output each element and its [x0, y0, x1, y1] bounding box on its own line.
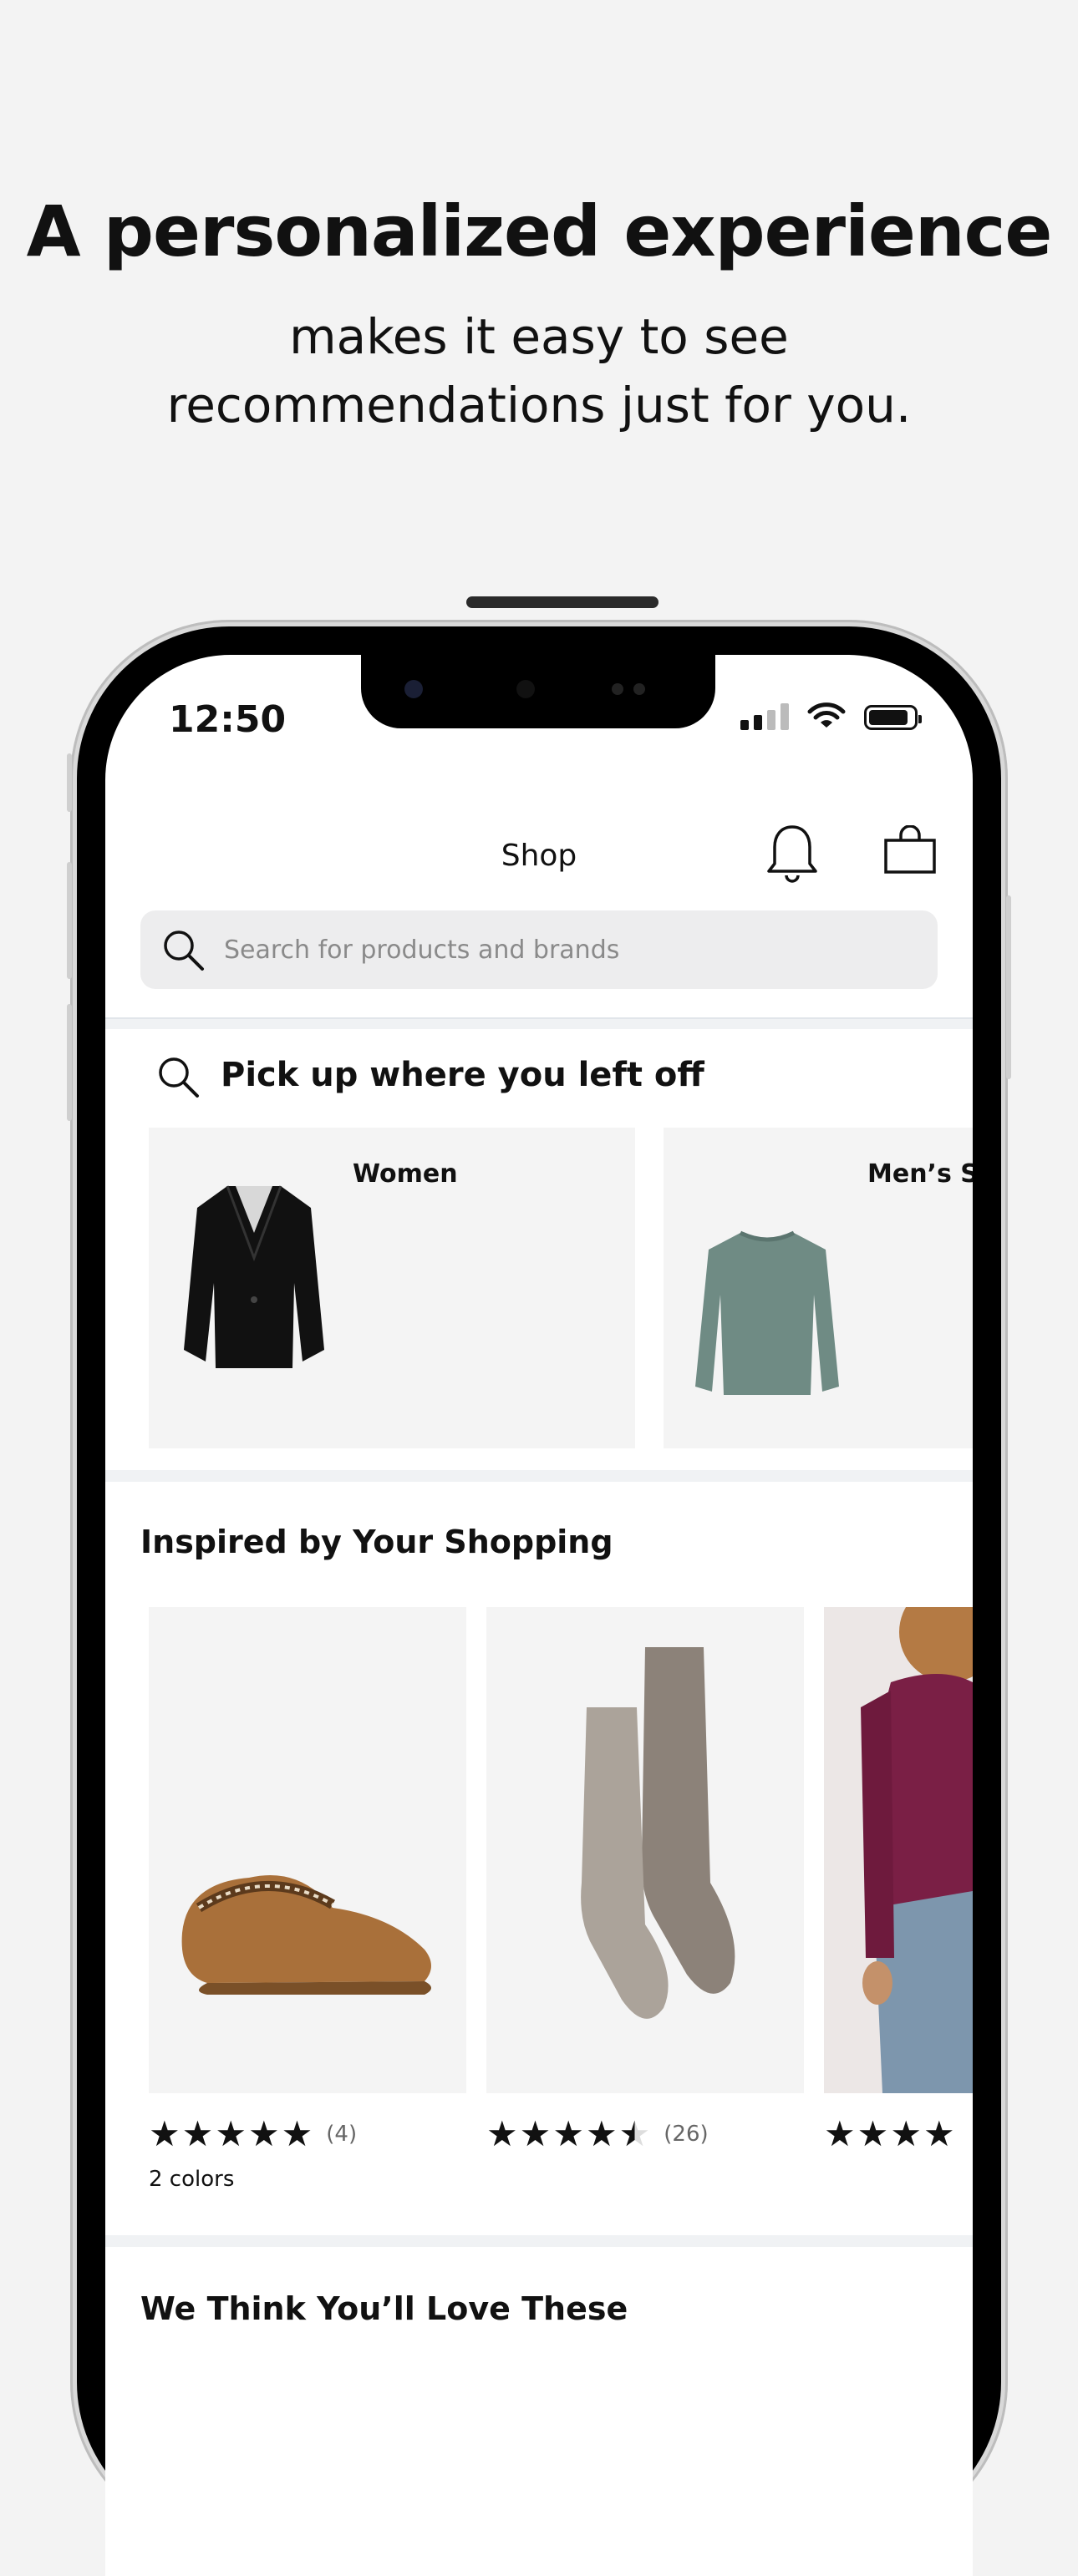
status-time: 12:50: [169, 698, 287, 741]
search-input[interactable]: Search for products and brands: [140, 910, 938, 989]
page-title: Shop: [501, 839, 577, 873]
recent-card-women[interactable]: Women: [149, 1128, 635, 1448]
subline-line-1: makes it easy to see: [289, 308, 789, 365]
section-divider: [105, 1470, 973, 1482]
app-screen: 12:50 Shop Search for products and brand…: [105, 655, 973, 2576]
star-icon: ★: [149, 2113, 181, 2154]
product-card-sweater[interactable]: [824, 1607, 973, 2093]
battery-icon: [864, 705, 922, 730]
love-section-title: We Think You’ll Love These: [140, 2290, 628, 2327]
product-rating: ★ ★ ★ ★ ★ (4): [149, 2117, 357, 2152]
volume-down-button: [67, 1004, 72, 1121]
search-icon: [159, 1057, 199, 1098]
star-icon: ★: [890, 2113, 922, 2154]
bell-icon[interactable]: [765, 822, 819, 884]
camera-lens: [404, 680, 423, 698]
review-count: (26): [664, 2122, 709, 2147]
wifi-icon: [807, 702, 846, 728]
sensor-dot: [633, 683, 645, 695]
earpiece-speaker: [466, 596, 658, 608]
recent-section-title: Pick up where you left off: [221, 1056, 704, 1094]
product-card-socks[interactable]: [486, 1607, 804, 2093]
phone-frame: 12:50 Shop Search for products and brand…: [67, 596, 1011, 2576]
section-divider: [105, 2235, 973, 2247]
recent-card-label: Women: [353, 1159, 458, 1189]
star-icon: ★: [857, 2113, 889, 2154]
product-rating: ★ ★ ★ ★: [824, 2117, 957, 2152]
blazer-image: [184, 1185, 324, 1368]
star-icon: ★: [181, 2113, 214, 2154]
product-rating: ★ ★ ★ ★ ★ (26): [486, 2117, 709, 2152]
review-count: (4): [326, 2122, 358, 2147]
socks-image: [581, 1647, 735, 2019]
mute-switch: [67, 753, 72, 812]
marketing-subline: makes it easy to see recommendations jus…: [0, 302, 1078, 439]
star-icon: ★: [215, 2113, 247, 2154]
marketing-headline: A personalized experience: [26, 190, 1053, 272]
product-card-slipper[interactable]: [149, 1607, 466, 2093]
star-icon: ★: [585, 2113, 618, 2154]
star-icon: ★: [247, 2113, 280, 2154]
sweater-image: [695, 1230, 839, 1395]
inspired-section-title: Inspired by Your Shopping: [140, 1524, 613, 1560]
color-count: 2 colors: [149, 2167, 235, 2192]
half-star-icon: ★: [618, 2113, 651, 2154]
slipper-image: [181, 1874, 431, 1995]
star-icon: ★: [519, 2113, 552, 2154]
recent-card-label: Men’s Sw: [867, 1159, 973, 1189]
subline-line-2: recommendations just for you.: [166, 377, 912, 434]
section-divider: [105, 1017, 973, 1029]
star-icon: ★: [552, 2113, 584, 2154]
search-placeholder: Search for products and brands: [224, 935, 620, 965]
bag-icon[interactable]: [882, 825, 938, 875]
power-button: [1006, 895, 1011, 1079]
search-icon: [164, 931, 204, 971]
sensor-dot: [516, 680, 535, 698]
volume-up-button: [67, 862, 72, 979]
star-icon: ★: [486, 2113, 518, 2154]
sensor-dot: [612, 683, 623, 695]
cellular-signal-icon: [740, 703, 789, 730]
model-sweater-image: [861, 1607, 973, 2093]
camera-notch: [361, 655, 715, 728]
recent-card-mens-sweaters[interactable]: Men’s Sw: [664, 1128, 973, 1448]
star-icon: ★: [824, 2113, 856, 2154]
star-icon: ★: [923, 2113, 955, 2154]
star-icon: ★: [281, 2113, 313, 2154]
status-icons: [740, 702, 922, 730]
